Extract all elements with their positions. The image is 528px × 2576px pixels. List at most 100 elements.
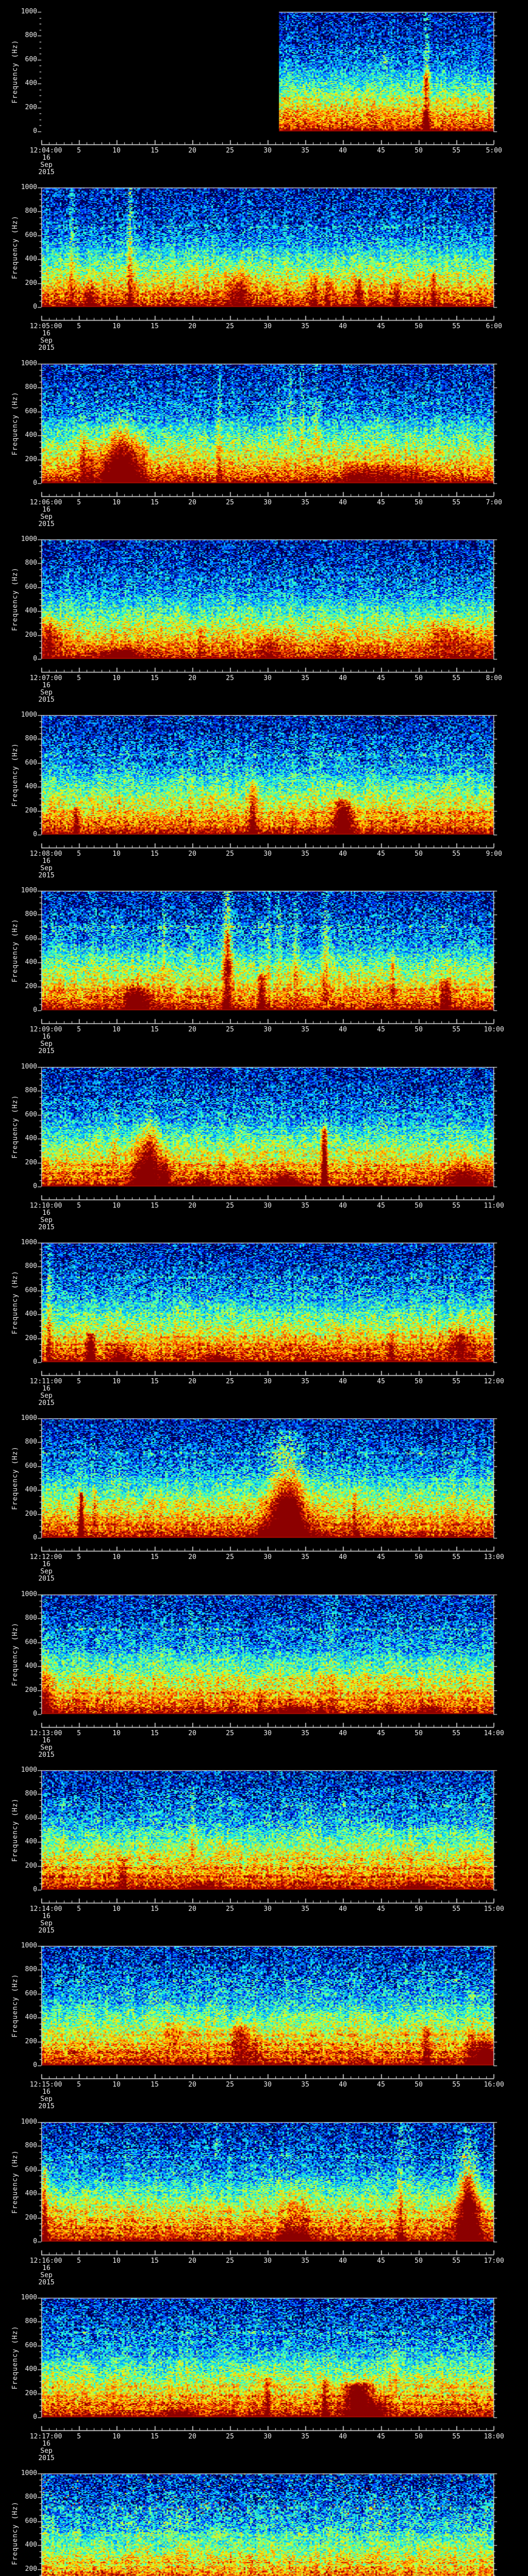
x-tick-label: 25 — [226, 1905, 234, 1913]
x-end-label: 5:00 — [486, 147, 502, 155]
x-tick-label: 20 — [188, 674, 196, 682]
date-line-month: Sep — [40, 1744, 53, 1752]
y-tick-label: 1000 — [21, 535, 37, 543]
x-tick-label: 30 — [263, 147, 272, 155]
x-tick-label: 35 — [301, 1202, 309, 1210]
date-line-month: Sep — [40, 1568, 53, 1575]
x-tick-label: 20 — [188, 499, 196, 506]
x-tick-label: 20 — [188, 2257, 196, 2265]
y-axis-title: Frequency (Hz) — [11, 215, 19, 279]
x-tick-label: 55 — [452, 499, 460, 506]
x-tick-label: 15 — [151, 499, 159, 506]
y-tick-label: 200 — [25, 2038, 37, 2045]
x-tick-label: 20 — [188, 2081, 196, 2089]
y-tick-label: 600 — [25, 2166, 37, 2174]
y-tick-label: 600 — [25, 1462, 37, 1470]
x-start-label: 12:17:00 — [29, 2433, 62, 2441]
x-tick-label: 45 — [377, 2257, 385, 2265]
y-tick-label: 800 — [25, 1438, 37, 1446]
y-tick-label: 400 — [25, 2365, 37, 2373]
y-tick-label: 600 — [25, 231, 37, 239]
y-tick-label: 200 — [25, 1159, 37, 1166]
x-tick-label: 35 — [301, 147, 309, 155]
spectrogram-strip: Frequency (Hz) 0 200 400 600 800 1000 12:14:00 5… — [0, 1758, 528, 1935]
y-tick-label: 200 — [25, 982, 37, 990]
x-start-label: 12:07:00 — [29, 674, 62, 682]
x-end-label: 13:00 — [484, 1553, 504, 1561]
spectrogram-strip: Frequency (Hz) 0 200 400 600 800 1000 12:13:00 5… — [0, 1583, 528, 1759]
y-tick-label: 800 — [25, 2317, 37, 2325]
y-tick-label: 800 — [25, 383, 37, 391]
y-tick-label: 600 — [25, 2517, 37, 2525]
y-tick-label: 200 — [25, 104, 37, 111]
y-tick-label: 1000 — [21, 2469, 37, 2477]
x-end-label: 17:00 — [484, 2257, 504, 2265]
y-tick-label: 1000 — [21, 2118, 37, 2126]
date-line-day: 16 — [42, 1737, 51, 1744]
x-start-label: 12:06:00 — [29, 499, 62, 506]
spectrogram-strip: Frequency (Hz) 0 200 400 600 800 1000 12:10:00 5… — [0, 1055, 528, 1231]
x-tick-label: 40 — [339, 1378, 347, 1385]
x-tick-label: 30 — [263, 1378, 272, 1385]
y-tick-label: 0 — [33, 1182, 37, 1190]
x-tick-label: 15 — [151, 147, 159, 155]
spectrogram-strip: Frequency (Hz) 0 200 400 600 800 1000 12:05:00 5… — [0, 176, 528, 352]
y-tick-label: 400 — [25, 607, 37, 615]
y-axis-title: Frequency (Hz) — [11, 392, 19, 455]
x-tick-label: 30 — [263, 499, 272, 506]
x-tick-label: 25 — [226, 1202, 234, 1210]
x-tick-label: 50 — [415, 323, 423, 330]
x-start-label: 12:05:00 — [29, 323, 62, 330]
y-tick-label: 600 — [25, 1286, 37, 1294]
x-tick-label: 5 — [77, 1026, 81, 1033]
x-tick-label: 10 — [112, 147, 121, 155]
y-tick-label: 600 — [25, 408, 37, 415]
y-axis-title: Frequency (Hz) — [11, 1095, 19, 1159]
x-tick-label: 25 — [226, 2257, 234, 2265]
x-end-label: 11:00 — [484, 1202, 504, 1210]
x-tick-label: 50 — [415, 850, 423, 858]
x-tick-label: 50 — [415, 147, 423, 155]
x-tick-label: 5 — [77, 2433, 81, 2441]
y-tick-label: 0 — [33, 1358, 37, 1366]
date-line-day: 16 — [42, 1561, 51, 1568]
x-tick-label: 40 — [339, 1905, 347, 1913]
x-tick-label: 45 — [377, 1378, 385, 1385]
spectrogram-strip: Frequency (Hz) 0 200 400 600 800 1000 12:06:00 5… — [0, 352, 528, 528]
y-tick-label: 800 — [25, 2493, 37, 2501]
y-tick-label: 1000 — [21, 8, 37, 15]
date-line-year: 2015 — [38, 696, 55, 704]
x-tick-label: 50 — [415, 1553, 423, 1561]
date-line-month: Sep — [40, 689, 53, 697]
y-tick-label: 800 — [25, 2142, 37, 2149]
y-tick-label: 1000 — [21, 1063, 37, 1071]
y-tick-label: 600 — [25, 1990, 37, 1997]
spectrogram-wall: { "figure": { "y_axis_title": "Frequency… — [0, 0, 528, 2576]
x-tick-label: 5 — [77, 2257, 81, 2265]
y-tick-label: 400 — [25, 255, 37, 263]
x-end-label: 15:00 — [484, 1905, 504, 1913]
y-tick-label: 200 — [25, 1510, 37, 1518]
spectrogram-strip: Frequency (Hz) 0 200 400 600 800 1000 12:04:00 5… — [0, 0, 528, 176]
y-tick-label: 400 — [25, 2541, 37, 2549]
x-tick-label: 50 — [415, 2257, 423, 2265]
x-end-label: 16:00 — [484, 2081, 504, 2089]
x-tick-label: 5 — [77, 499, 81, 506]
x-tick-label: 35 — [301, 1553, 309, 1561]
x-tick-label: 20 — [188, 1730, 196, 1737]
date-line-day: 16 — [42, 1209, 51, 1217]
spectrogram-strip: Frequency (Hz)0200400600800100012:18:005… — [0, 2462, 528, 2576]
date-line-year: 2015 — [38, 344, 55, 352]
x-tick-label: 45 — [377, 674, 385, 682]
x-tick-label: 55 — [452, 147, 460, 155]
y-tick-label: 600 — [25, 2342, 37, 2349]
x-tick-label: 50 — [415, 2433, 423, 2441]
date-line-year: 2015 — [38, 520, 55, 528]
spectrogram-strip: Frequency (Hz) 0 200 400 600 800 1000 12:07:00 5… — [0, 528, 528, 704]
x-tick-label: 15 — [151, 2081, 159, 2089]
y-tick-label: 800 — [25, 559, 37, 567]
spectrogram-strip: Frequency (Hz) 0 200 400 600 800 1000 12:09:00 5… — [0, 879, 528, 1055]
x-tick-label: 35 — [301, 499, 309, 506]
x-tick-label: 10 — [112, 2433, 121, 2441]
x-tick-label: 5 — [77, 1905, 81, 1913]
